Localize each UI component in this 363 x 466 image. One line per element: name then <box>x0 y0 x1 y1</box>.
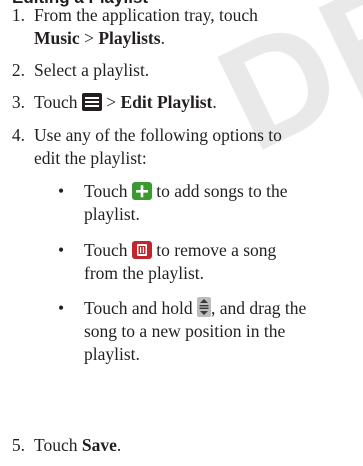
bullet: • <box>58 181 65 201</box>
step-text: Touch Save. <box>34 435 122 455</box>
edit-playlist-label: Edit Playlist <box>120 92 213 112</box>
music-label: Music <box>34 28 80 48</box>
playlists-label: Playlists <box>98 28 161 48</box>
step-number: 3. <box>11 92 25 112</box>
manual-page: DRAFT Editing a Playlist 1. From the app… <box>0 0 363 466</box>
separator: > <box>79 28 99 48</box>
step-text: Select a playlist. <box>34 60 150 80</box>
step-text: Use any of the following options to edit… <box>34 125 282 168</box>
bullet: • <box>58 298 65 318</box>
step-text: Touch > Edit Playlist. <box>34 92 217 112</box>
step-number: 5. <box>11 435 25 455</box>
menu-icon <box>81 93 102 111</box>
save-label: Save <box>81 435 117 455</box>
step-number: 4. <box>11 125 25 145</box>
step-number: 1. <box>11 5 25 25</box>
step-text: From the application tray, touch Music >… <box>34 5 258 48</box>
bullet: • <box>58 240 65 260</box>
reorder-icon <box>197 297 211 317</box>
add-icon <box>131 182 152 200</box>
step-number: 2. <box>11 60 25 80</box>
step-1-line-1: From the application tray, touch <box>34 5 258 25</box>
trash-icon <box>131 241 152 259</box>
